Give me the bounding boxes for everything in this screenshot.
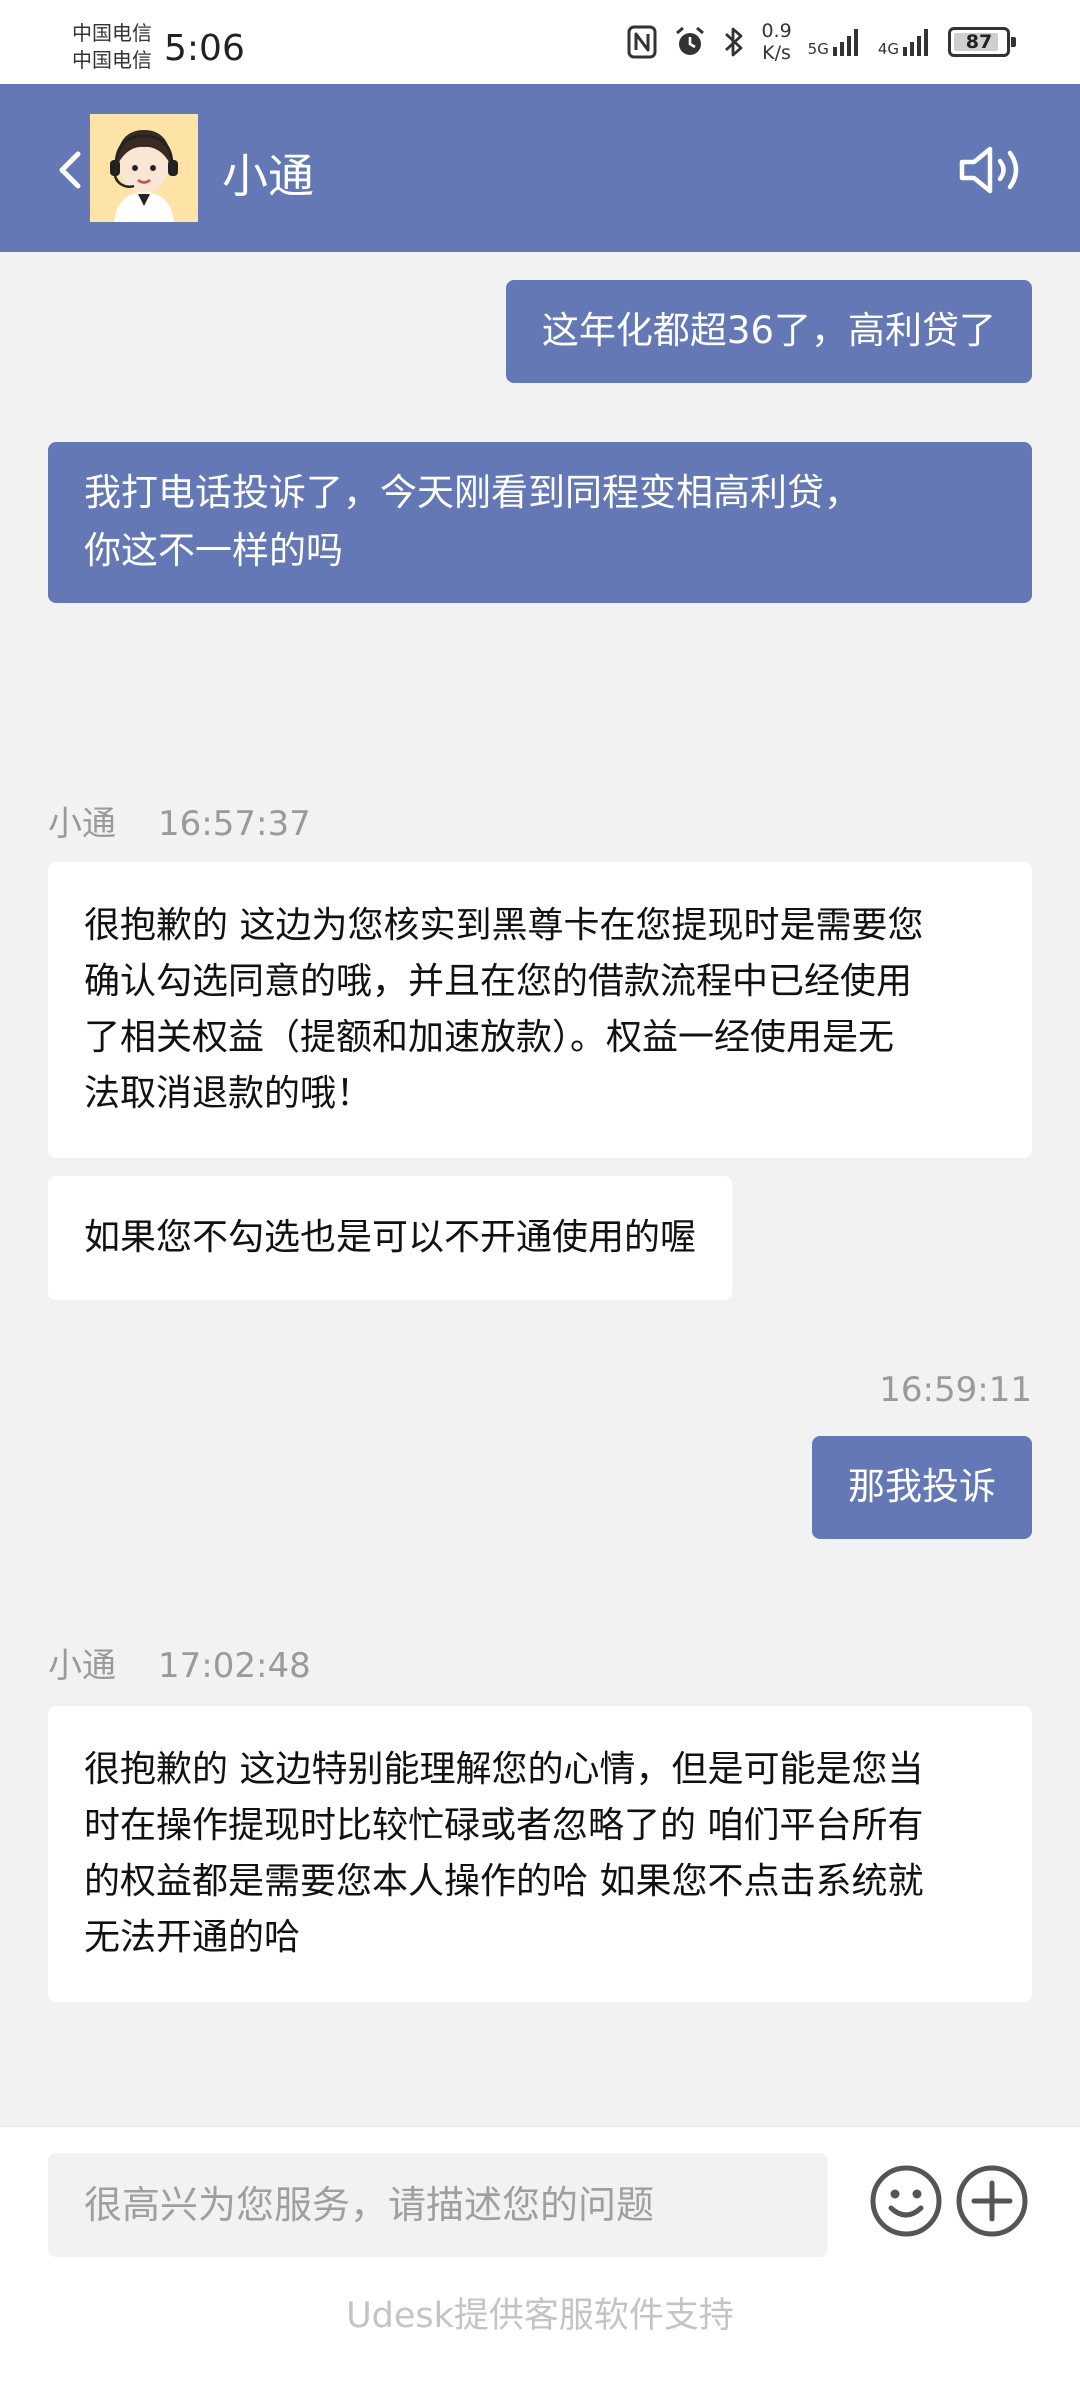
- signal-4g: 4G: [878, 27, 932, 57]
- message-input[interactable]: [48, 2153, 828, 2257]
- carrier-labels: 中国电信 中国电信: [72, 20, 152, 74]
- alarm-icon: [676, 26, 705, 55]
- message-text: 这年化都超36了，高利贷了: [541, 309, 996, 352]
- net-speed-unit: K/s: [762, 42, 791, 64]
- battery-icon: 87: [948, 27, 1016, 57]
- message-text: 的权益都是需要您本人操作的哈 如果您不点击系统就: [84, 1861, 924, 1902]
- message-text: 确认勾选同意的哦，并且在您的借款流程中已经使用: [84, 961, 913, 1002]
- message-text: 无法开通的哈: [84, 1917, 301, 1958]
- carrier-2: 中国电信: [72, 48, 152, 72]
- carrier-1: 中国电信: [72, 21, 152, 45]
- signal-icon: [832, 29, 858, 56]
- status-bar: 中国电信 中国电信 5:06 0.9 K/s 5G 4G 87: [0, 0, 1080, 84]
- net-speed-value: 0.9: [761, 20, 792, 42]
- speaker-icon[interactable]: [958, 144, 1028, 196]
- back-icon[interactable]: [50, 142, 90, 198]
- message-bubble-outgoing[interactable]: 这年化都超36了，高利贷了: [505, 280, 1032, 383]
- agent-avatar-illustration: [90, 114, 198, 222]
- sender-name: 小通: [48, 1646, 116, 1686]
- agent-name: 小通: [222, 149, 314, 203]
- sender-name: 小通: [48, 804, 116, 844]
- input-bar: Udesk提供客服软件支持: [0, 2126, 1080, 2400]
- bluetooth-icon: [725, 27, 743, 57]
- message-bubble-incoming[interactable]: 很抱歉的 这边特别能理解您的心情，但是可能是您当 时在操作提现时比较忙碌或者忽略…: [48, 1706, 1032, 2002]
- message-text: 我打电话投诉了，今天刚看到同程变相高利贷，: [84, 471, 861, 514]
- message-text: 那我投诉: [848, 1465, 996, 1508]
- message-time: 17:02:48: [158, 1646, 311, 1686]
- battery-level: 87: [965, 31, 993, 53]
- message-text: 很抱歉的 这边为您核实到黑尊卡在您提现时是需要您: [84, 905, 924, 946]
- status-time: 5:06: [164, 28, 245, 69]
- signal-4g-label: 4G: [877, 40, 899, 58]
- message-bubble-incoming[interactable]: 很抱歉的 这边为您核实到黑尊卡在您提现时是需要您 确认勾选同意的哦，并且在您的借…: [48, 862, 1032, 1158]
- message-text: 了相关权益（提额和加速放款）。权益一经使用是无: [84, 1017, 895, 1058]
- net-speed: 0.9 K/s: [761, 20, 791, 64]
- message-text: 你这不一样的吗: [84, 529, 343, 572]
- chat-area[interactable]: 这年化都超36了，高利贷了 我打电话投诉了，今天刚看到同程变相高利贷， 你这不一…: [0, 252, 1080, 2126]
- message-text: 很抱歉的 这边特别能理解您的心情，但是可能是您当: [84, 1749, 924, 1790]
- message-meta: 16:59:11: [879, 1370, 1032, 1410]
- message-text: 时在操作提现时比较忙碌或者忽略了的 咱们平台所有: [84, 1805, 924, 1846]
- signal-icon: [903, 29, 928, 56]
- message-bubble-incoming[interactable]: 如果您不勾选也是可以不开通使用的喔: [48, 1176, 733, 1300]
- message-meta: 小通 16:57:37: [48, 796, 311, 845]
- signal-5g-label: 5G: [807, 40, 829, 58]
- status-icons: 0.9 K/s 5G 4G 87: [627, 20, 1016, 64]
- message-time: 16:57:37: [158, 804, 311, 844]
- message-bubble-outgoing[interactable]: 我打电话投诉了，今天刚看到同程变相高利贷， 你这不一样的吗: [48, 442, 1032, 603]
- powered-by-text: Udesk提供客服软件支持: [346, 2296, 734, 2336]
- nfc-icon: [627, 25, 657, 59]
- signal-5g: 5G: [808, 27, 862, 57]
- message-meta: 小通 17:02:48: [48, 1638, 311, 1687]
- agent-avatar[interactable]: [90, 114, 198, 222]
- plus-icon[interactable]: [954, 2163, 1030, 2239]
- message-bubble-outgoing[interactable]: 那我投诉: [812, 1436, 1032, 1539]
- chat-header: 小通: [0, 84, 1080, 252]
- message-text: 如果您不勾选也是可以不开通使用的喔: [84, 1217, 697, 1258]
- message-text: 法取消退款的哦！: [84, 1073, 373, 1114]
- emoji-icon[interactable]: [868, 2163, 944, 2239]
- message-time: 16:59:11: [879, 1370, 1032, 1410]
